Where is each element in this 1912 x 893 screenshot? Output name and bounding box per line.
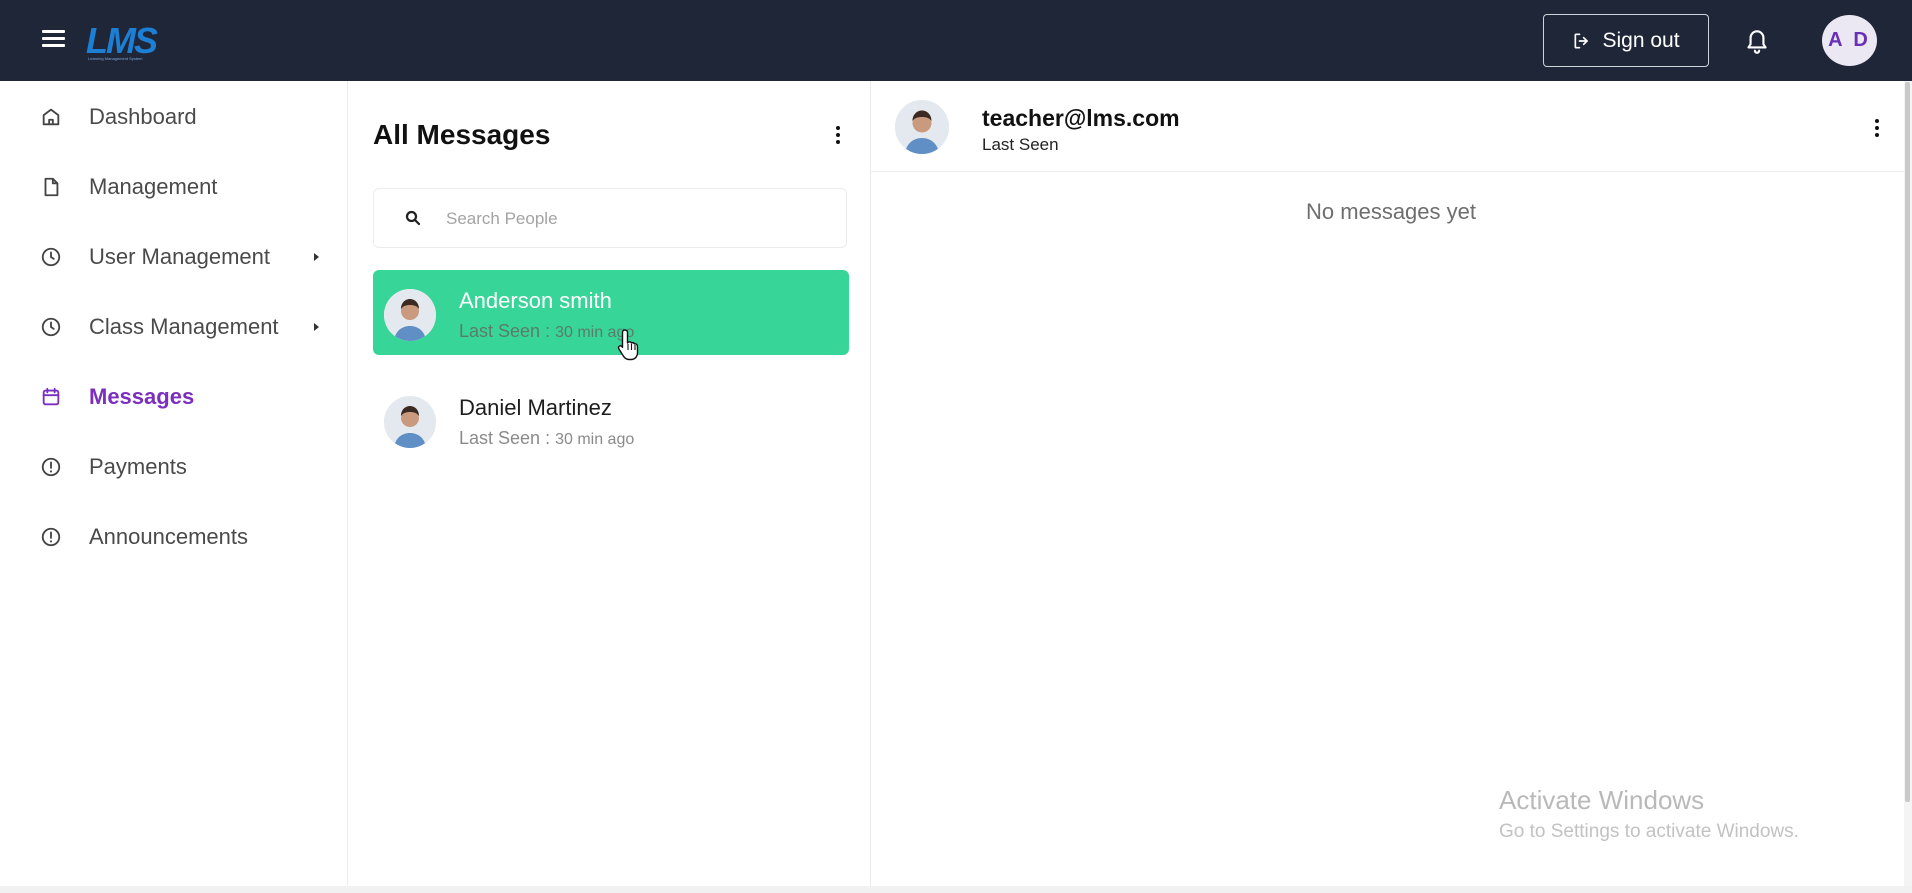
sign-out-label: Sign out [1602,28,1680,52]
sidebar-item-label: Dashboard [89,104,197,129]
chat-more-options-icon[interactable] [1874,119,1880,141]
sidebar-item-payments[interactable]: Payments [0,437,348,497]
chat-contact-email: teacher@lms.com [982,105,1180,131]
chat-contact-status: Last Seen [982,135,1059,154]
windows-activation-subtitle: Go to Settings to activate Windows. [1499,821,1799,842]
chat-panel: teacher@lms.com Last Seen No messages ye… [871,81,1904,886]
sidebar-item-dashboard[interactable]: Dashboard [0,87,348,147]
sidebar-item-messages[interactable]: Messages [0,367,348,427]
contact-item-daniel-martinez[interactable]: Daniel Martinez Last Seen : 30 min ago [373,377,849,462]
home-icon [42,108,60,126]
sign-out-button[interactable]: Sign out [1543,14,1709,67]
document-icon [44,177,59,197]
messages-list-panel: All Messages Anderson smith Last Seen : … [349,81,871,886]
contact-last-seen: Last Seen : 30 min ago [459,321,634,342]
hamburger-icon[interactable] [42,30,65,50]
person-avatar-icon [895,100,949,154]
alert-circle-icon [41,527,61,547]
contact-name: Daniel Martinez [459,395,612,420]
scrollbar-thumb[interactable] [1905,82,1910,802]
windows-activation-title: Activate Windows [1499,785,1705,815]
contact-name: Anderson smith [459,288,612,313]
sidebar-item-label: Class Management [89,314,279,339]
clock-icon [41,317,61,337]
bell-icon[interactable] [1744,26,1770,56]
user-avatar[interactable]: A D [1822,15,1877,66]
messages-title: All Messages [373,119,551,150]
sidebar-item-label: Management [89,174,218,199]
chevron-right-icon [314,323,319,331]
search-box [373,188,847,248]
sidebar-item-label: Messages [89,384,195,409]
last-seen-prefix: Last Seen : [459,428,556,448]
search-icon [405,210,421,226]
logo-tagline: Learning Management System [88,56,143,61]
hand-cursor-icon [617,329,639,361]
contact-item-anderson-smith[interactable]: Anderson smith Last Seen : 30 min ago [373,270,849,355]
bottom-edge [0,886,1912,893]
logout-icon [1574,33,1589,49]
chat-header: teacher@lms.com Last Seen [871,81,1904,172]
alert-circle-icon [41,457,61,477]
contact-avatar [384,289,436,341]
sidebar-item-user-management[interactable]: User Management [0,227,348,287]
more-options-icon[interactable] [835,126,841,148]
sidebar-item-class-management[interactable]: Class Management [0,297,348,357]
person-avatar-icon [384,289,436,341]
search-input[interactable] [444,199,828,239]
app-logo[interactable]: LMS Learning Management System [86,16,158,64]
chat-avatar[interactable] [895,100,949,154]
empty-chat-text: No messages yet [1306,199,1476,224]
sidebar-item-management[interactable]: Management [0,157,348,217]
clock-icon [41,247,61,267]
sidebar-item-announcements[interactable]: Announcements [0,507,348,567]
sidebar-item-label: Payments [89,454,187,479]
top-bar: LMS Learning Management System Sign out … [0,0,1912,81]
person-avatar-icon [384,396,436,448]
last-seen-prefix: Last Seen : [459,321,556,341]
contact-avatar [384,396,436,448]
calendar-icon [42,387,60,406]
chevron-right-icon [314,253,319,261]
sidebar-item-label: User Management [89,244,270,269]
sidebar-item-label: Announcements [89,524,248,549]
sidebar: Dashboard Management User Management Cla… [0,81,348,886]
last-seen-time: 30 min ago [555,431,635,448]
contact-last-seen: Last Seen : 30 min ago [459,428,634,449]
